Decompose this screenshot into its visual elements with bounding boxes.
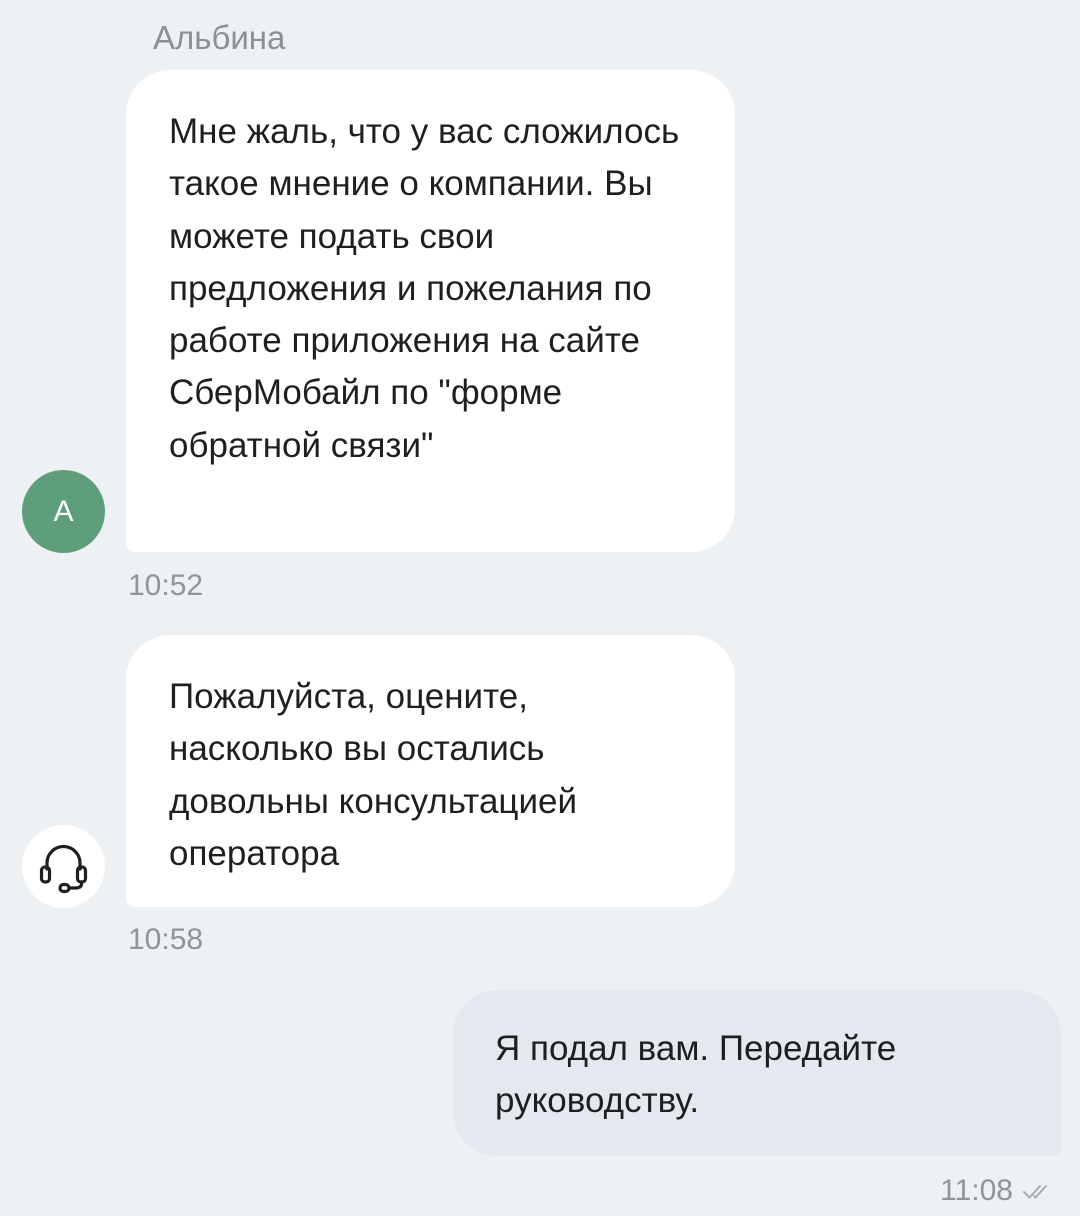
operator-avatar <box>22 825 105 908</box>
message-time: 11:08 <box>940 1174 1013 1207</box>
message-bubble[interactable]: Мне жаль, что у вас сложилось такое мнен… <box>126 70 735 552</box>
message-text: Я подал вам. Передайте руководству. <box>495 1029 897 1121</box>
message-text: Мне жаль, что у вас сложилось такое мнен… <box>169 112 680 465</box>
sender-name: Альбина <box>153 19 286 56</box>
avatar[interactable]: А <box>22 470 105 553</box>
double-check-icon <box>1023 1185 1047 1199</box>
message-time: 10:52 <box>128 569 204 602</box>
message-time: 10:58 <box>128 923 204 956</box>
message-text: Пожалуйста, оцените, насколько вы остали… <box>169 677 578 873</box>
message-bubble[interactable]: Пожалуйста, оцените, насколько вы остали… <box>126 635 735 907</box>
headset-icon <box>39 844 88 894</box>
message-bubble-outgoing[interactable]: Я подал вам. Передайте руководству. <box>453 990 1061 1156</box>
